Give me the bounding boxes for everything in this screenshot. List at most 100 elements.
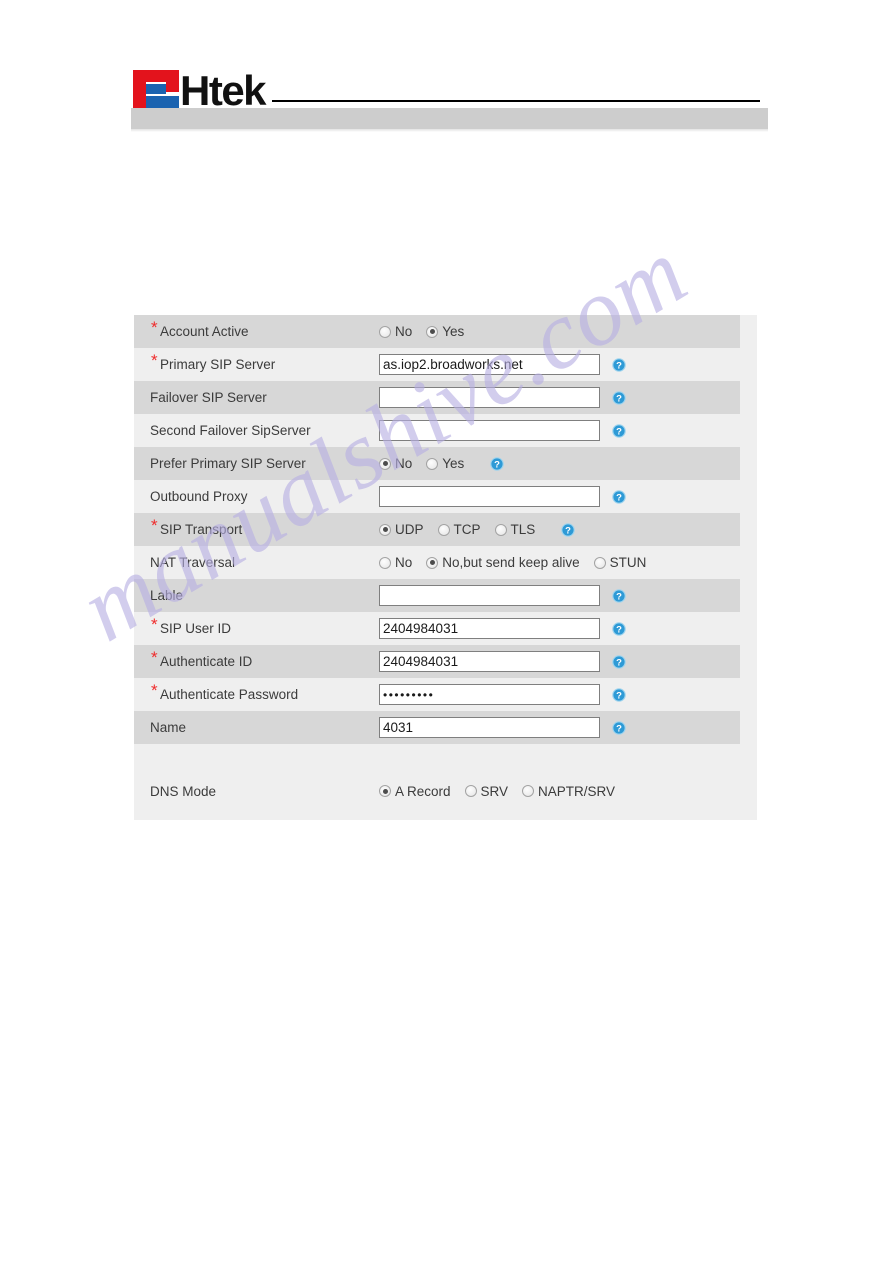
help-question-icon[interactable]: ? — [612, 390, 626, 405]
prefer-primary-sip-server-option[interactable]: No — [379, 456, 412, 471]
prefer-primary-sip-server-option[interactable]: Yes — [426, 456, 464, 471]
help-question-icon[interactable]: ? — [612, 423, 626, 438]
primary-sip-server-input[interactable] — [379, 354, 600, 375]
table-row-authenticate-id: *Authenticate ID? — [134, 645, 740, 678]
row-label-name: Name — [134, 720, 379, 735]
svg-text:?: ? — [616, 360, 622, 371]
row-control-primary-sip-server: ? — [379, 354, 740, 375]
row-label-sip-transport: * SIP Transport — [134, 517, 379, 537]
dns-mode-radio[interactable] — [522, 785, 535, 797]
lable-input[interactable] — [379, 585, 600, 606]
sip-transport-option[interactable]: UDP — [379, 522, 424, 537]
help-question-icon[interactable]: ? — [612, 621, 626, 636]
sip-transport-option-label: TLS — [510, 522, 536, 537]
dns-mode-radio-selected[interactable] — [379, 785, 391, 797]
help-question-icon[interactable]: ? — [490, 456, 505, 471]
required-asterisk-icon: * — [151, 351, 158, 370]
nat-traversal-radio[interactable] — [379, 556, 391, 569]
sip-transport-option[interactable]: TCP — [437, 522, 481, 537]
help-question-icon[interactable]: ? — [612, 654, 626, 669]
sip-transport-option-label: UDP — [395, 522, 424, 537]
sip-transport-option[interactable]: TLS — [494, 522, 536, 537]
table-row-prefer-primary-sip-server: Prefer Primary SIP Server No Yes? — [134, 447, 740, 480]
nat-traversal-option[interactable]: STUN — [593, 555, 646, 570]
failover-sip-server-input[interactable] — [379, 387, 600, 408]
row-label-text: Authenticate ID — [160, 654, 253, 669]
page-header: Htek — [0, 0, 893, 140]
account-active-radio-group[interactable]: No Yes — [379, 324, 478, 339]
authenticate-id-input[interactable] — [379, 651, 600, 672]
table-row-sip-user-id: *SIP User ID? — [134, 612, 740, 645]
row-label-text: Prefer Primary SIP Server — [150, 456, 306, 471]
nat-traversal-option[interactable]: No,but send keep alive — [426, 555, 580, 570]
dns-mode-radio-group[interactable]: A Record SRV NAPTR/SRV — [379, 784, 629, 799]
dns-mode-option[interactable]: SRV — [464, 783, 509, 799]
help-question-icon[interactable]: ? — [612, 687, 626, 702]
prefer-primary-sip-server-radio[interactable] — [426, 457, 439, 470]
row-control-authenticate-id: ? — [379, 651, 740, 672]
account-active-option-label: No — [395, 324, 413, 339]
help-question-icon[interactable]: ? — [561, 522, 576, 537]
second-failover-sipserver-input[interactable] — [379, 420, 600, 441]
nat-traversal-radio-selected[interactable] — [426, 556, 439, 569]
sip-transport-radio-group[interactable]: UDP TCP TLS — [379, 522, 549, 537]
row-label-text: SIP User ID — [160, 621, 232, 636]
required-asterisk-icon: * — [151, 615, 158, 634]
nat-traversal-option-label: No,but send keep alive — [442, 555, 580, 570]
row-label-outbound-proxy: Outbound Proxy — [134, 489, 379, 504]
table-row-authenticate-password: *Authenticate Password? — [134, 678, 740, 711]
table-row-dns-mode: DNS Mode A Record SRV NAPTR/SRV — [134, 771, 757, 811]
dns-mode-option[interactable]: A Record — [379, 784, 451, 799]
row-control-name: ? — [379, 717, 740, 738]
row-label-dns-mode: DNS Mode — [134, 784, 379, 799]
outbound-proxy-input[interactable] — [379, 486, 600, 507]
nat-traversal-radio-group[interactable]: No No,but send keep alive STUN — [379, 555, 660, 570]
svg-text:?: ? — [616, 657, 622, 668]
row-label-text: SIP Transport — [160, 522, 243, 537]
table-row-failover-sip-server: Failover SIP Server? — [134, 381, 740, 414]
account-active-radio-selected[interactable] — [426, 325, 439, 338]
required-asterisk-icon: * — [151, 318, 158, 337]
prefer-primary-sip-server-option-label: No — [395, 456, 413, 471]
table-row-name: Name? — [134, 711, 740, 744]
prefer-primary-sip-server-radio-selected[interactable] — [379, 457, 391, 470]
row-label-text: Primary SIP Server — [160, 357, 276, 372]
svg-text:?: ? — [616, 624, 622, 635]
svg-text:?: ? — [616, 393, 622, 404]
svg-text:?: ? — [494, 459, 500, 470]
nat-traversal-radio[interactable] — [593, 556, 606, 569]
account-active-option[interactable]: Yes — [426, 324, 464, 339]
authenticate-password-input[interactable] — [379, 684, 600, 705]
row-label-text: Second Failover SipServer — [150, 423, 311, 438]
name-input[interactable] — [379, 717, 600, 738]
row-control-prefer-primary-sip-server: No Yes? — [379, 456, 740, 471]
nat-traversal-option[interactable]: No — [379, 555, 412, 570]
dns-mode-option[interactable]: NAPTR/SRV — [522, 784, 615, 799]
dns-mode-option-label: SRV — [480, 783, 509, 799]
row-label-authenticate-id: * Authenticate ID — [134, 649, 379, 669]
panel-spacer — [134, 744, 757, 771]
dns-mode-radio[interactable] — [464, 785, 477, 797]
sip-user-id-input[interactable] — [379, 618, 600, 639]
account-active-option[interactable]: No — [379, 324, 412, 339]
help-question-icon[interactable]: ? — [612, 588, 626, 603]
row-label-primary-sip-server: * Primary SIP Server — [134, 352, 379, 372]
svg-text:?: ? — [616, 426, 622, 437]
row-control-nat-traversal: No No,but send keep alive STUN — [379, 555, 740, 570]
sip-transport-radio[interactable] — [437, 523, 450, 536]
prefer-primary-sip-server-radio-group[interactable]: No Yes — [379, 456, 478, 471]
help-question-icon[interactable]: ? — [612, 357, 626, 372]
row-control-authenticate-password: ? — [379, 684, 740, 705]
settings-rows: *Account ActiveNoYes*Primary SIP Server?… — [134, 315, 757, 744]
dns-mode-option-label: A Record — [395, 783, 451, 799]
sip-transport-radio-selected[interactable] — [379, 523, 391, 536]
dns-mode-label-text: DNS Mode — [150, 783, 217, 799]
table-row-nat-traversal: NAT Traversal No No,but send keep alive STU… — [134, 546, 740, 579]
row-control-lable: ? — [379, 585, 740, 606]
sip-transport-radio[interactable] — [494, 523, 507, 536]
row-label-text: Authenticate Password — [160, 687, 299, 702]
help-question-icon[interactable]: ? — [612, 489, 626, 504]
panel-footer — [134, 811, 757, 820]
help-question-icon[interactable]: ? — [612, 720, 626, 735]
account-active-radio[interactable] — [379, 325, 391, 338]
